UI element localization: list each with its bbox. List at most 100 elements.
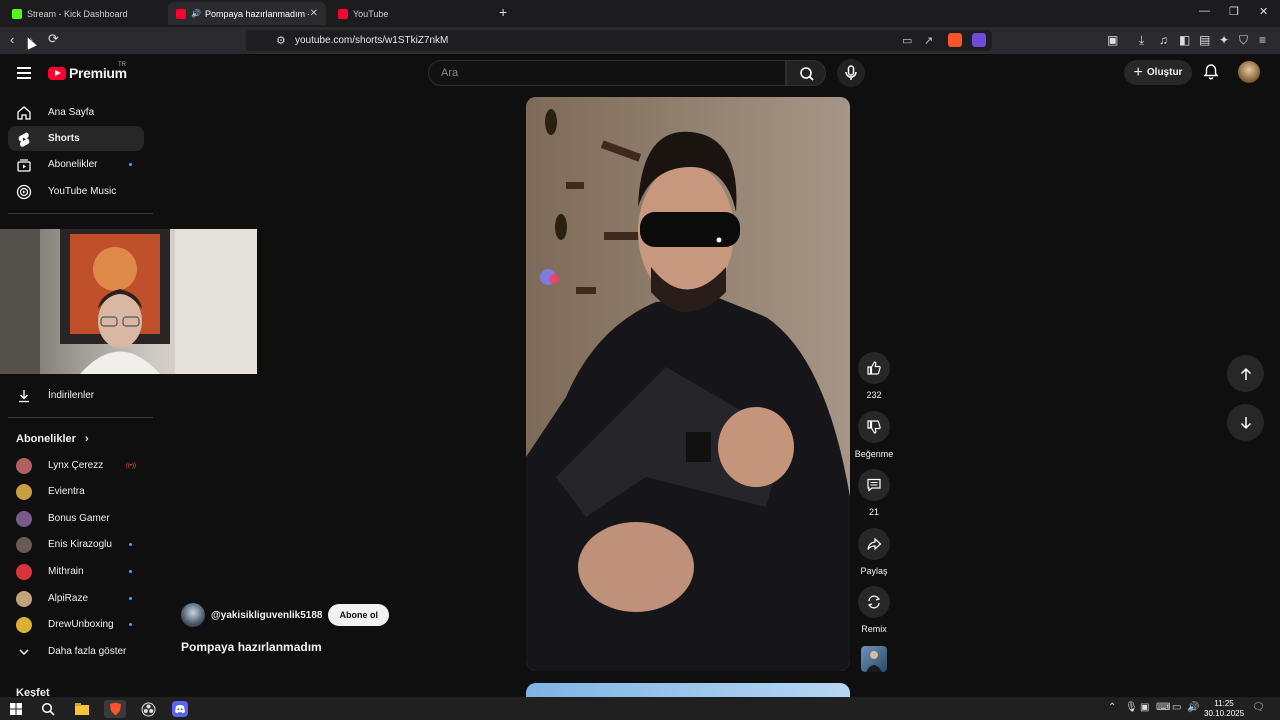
address-bar[interactable]: ⚙ youtube.com/shorts/w1STkiZ7nkM ▭ ↗: [246, 30, 992, 51]
search-input[interactable]: [441, 67, 771, 79]
subscribe-button[interactable]: Abone ol: [328, 604, 389, 626]
share-icon: [867, 537, 882, 551]
sidebar-item-home[interactable]: Ana Sayfa: [8, 100, 144, 125]
volume-tray-icon[interactable]: 🔊: [1187, 702, 1199, 713]
obs-studio-icon[interactable]: [139, 700, 157, 718]
youtube-header: Premium TR + Oluştur: [0, 54, 1280, 92]
sidebar-item-channel[interactable]: Enis Kirazoglu: [8, 532, 144, 557]
discord-icon[interactable]: [171, 700, 189, 718]
youtube-premium-logo[interactable]: Premium TR: [48, 62, 127, 81]
sidebar-item-channel[interactable]: Evientra: [8, 479, 144, 504]
file-explorer-icon[interactable]: [73, 700, 91, 718]
country-code: TR: [118, 62, 126, 68]
channel-handle[interactable]: @yakisikliguvenlik5188: [211, 610, 322, 621]
keyboard-tray-icon[interactable]: ⌨: [1156, 702, 1170, 713]
create-button[interactable]: + Oluştur: [1124, 60, 1192, 85]
wallet-icon[interactable]: ▤: [1199, 33, 1210, 47]
capture-tray-icon[interactable]: ▣: [1140, 702, 1149, 713]
close-window-icon[interactable]: ✕: [1259, 5, 1268, 18]
reload-icon[interactable]: ⟳: [48, 31, 59, 47]
sidebar-item-label: YouTube Music: [48, 186, 117, 197]
sidebar-item-subscriptions[interactable]: Abonelikler: [8, 152, 144, 177]
voice-search-button[interactable]: [837, 59, 865, 87]
windows-start-icon[interactable]: [7, 700, 25, 718]
downloads-icon[interactable]: ⤓: [1139, 33, 1144, 48]
sidebar-item-shorts[interactable]: Shorts: [8, 126, 144, 151]
sidebar-item-label: Shorts: [48, 133, 80, 144]
browser-nav-bar: ‹ › ⟳ ☐ ⚙ youtube.com/shorts/w1STkiZ7nkM…: [0, 27, 1280, 54]
search-taskbar-icon[interactable]: [39, 700, 57, 718]
tab-search-icon[interactable]: ▣: [1107, 33, 1118, 47]
kick-favicon-icon: [12, 8, 22, 19]
sidebar-item-channel[interactable]: Bonus Gamer: [8, 506, 144, 531]
tab-youtube[interactable]: YouTube: [330, 2, 494, 25]
account-avatar[interactable]: [1238, 61, 1260, 83]
arrow-up-icon: [1240, 367, 1251, 380]
next-short-preview[interactable]: [526, 683, 850, 697]
menu-icon[interactable]: ≡: [1259, 33, 1266, 47]
channel-avatar: [16, 563, 32, 580]
channel-name: DrewUnboxing: [48, 619, 114, 630]
next-short-button[interactable]: [1227, 404, 1264, 441]
sidebar-item-downloads[interactable]: İndirilenler: [8, 383, 144, 408]
share-page-icon[interactable]: ↗: [924, 34, 933, 47]
brave-browser-icon[interactable]: [104, 700, 126, 718]
chevron-right-icon: ›: [84, 433, 89, 445]
brave-rewards-icon[interactable]: [972, 33, 986, 47]
new-tab-icon[interactable]: +: [499, 4, 507, 20]
notification-center-icon[interactable]: 🗨: [1252, 702, 1265, 713]
restore-icon[interactable]: ❐: [1229, 5, 1239, 18]
sidebar-item-channel[interactable]: Mithrain: [8, 559, 144, 584]
minimize-icon[interactable]: —: [1199, 5, 1210, 17]
sidebar-item-youtube-music[interactable]: YouTube Music: [8, 179, 144, 204]
sidebar-item-channel[interactable]: Lynx Çerezz ((•)): [8, 453, 144, 478]
show-more-button[interactable]: Daha fazla göster: [8, 639, 144, 664]
microphone-tray-icon[interactable]: 🎙: [1125, 702, 1138, 713]
previous-short-button[interactable]: [1227, 355, 1264, 392]
explore-section-title: Keşfet: [16, 687, 50, 697]
speaker-icon[interactable]: 🔊: [191, 9, 201, 18]
tab-kick-dashboard[interactable]: Stream - Kick Dashboard: [4, 2, 166, 25]
comments-button[interactable]: [858, 469, 890, 501]
cast-icon[interactable]: ▭: [902, 34, 912, 47]
notifications-bell-icon[interactable]: [1202, 63, 1220, 81]
close-tab-icon[interactable]: ✕: [310, 8, 318, 19]
vpn-icon[interactable]: ⛉: [1239, 33, 1248, 48]
network-tray-icon[interactable]: ▭: [1172, 702, 1181, 713]
tab-youtube-short[interactable]: 🔊 Pompaya hazırlanmadım - YouTube ✕: [168, 2, 326, 25]
channel-avatar[interactable]: [181, 603, 205, 627]
share-button[interactable]: [858, 528, 890, 560]
dislike-button[interactable]: [858, 411, 890, 443]
new-content-dot: [129, 623, 132, 626]
back-icon[interactable]: ‹: [10, 32, 14, 47]
search-box: [428, 60, 786, 86]
like-button[interactable]: [858, 352, 890, 384]
hamburger-menu-icon[interactable]: [17, 67, 31, 82]
subscriptions-section-title[interactable]: Abonelikler ›: [16, 433, 89, 445]
download-icon: [16, 388, 32, 404]
short-video-player[interactable]: [526, 97, 850, 671]
channel-avatar: [16, 457, 32, 474]
show-hidden-icons-icon[interactable]: ⌃: [1108, 702, 1116, 713]
thumbs-up-icon: [867, 361, 881, 375]
channel-name: Lynx Çerezz: [48, 460, 104, 471]
remix-button[interactable]: [858, 586, 890, 618]
site-info-icon[interactable]: ⚙: [276, 34, 286, 47]
sidebar-item-channel[interactable]: DrewUnboxing: [8, 612, 144, 637]
like-count: 232: [866, 390, 882, 400]
sidebar-item-channel[interactable]: AlpiRaze: [8, 586, 144, 611]
url-text[interactable]: youtube.com/shorts/w1STkiZ7nkM: [295, 35, 448, 46]
dislike-label: Beğenme: [854, 449, 894, 459]
search-button[interactable]: [786, 60, 826, 86]
live-indicator-icon: ((•)): [125, 462, 136, 469]
clock[interactable]: 11:25 30.10.2025: [1204, 699, 1244, 719]
create-label: Oluştur: [1146, 67, 1183, 78]
brave-shield-icon[interactable]: [948, 33, 962, 47]
channel-name: Bonus Gamer: [48, 513, 110, 524]
leo-ai-icon[interactable]: ✦: [1219, 33, 1229, 47]
media-icon[interactable]: ♫: [1159, 33, 1168, 47]
sound-thumbnail[interactable]: [861, 646, 887, 672]
dislike-action: Beğenme: [855, 411, 893, 459]
sidebar-icon[interactable]: ◧: [1179, 33, 1190, 47]
search-icon: [800, 67, 814, 81]
